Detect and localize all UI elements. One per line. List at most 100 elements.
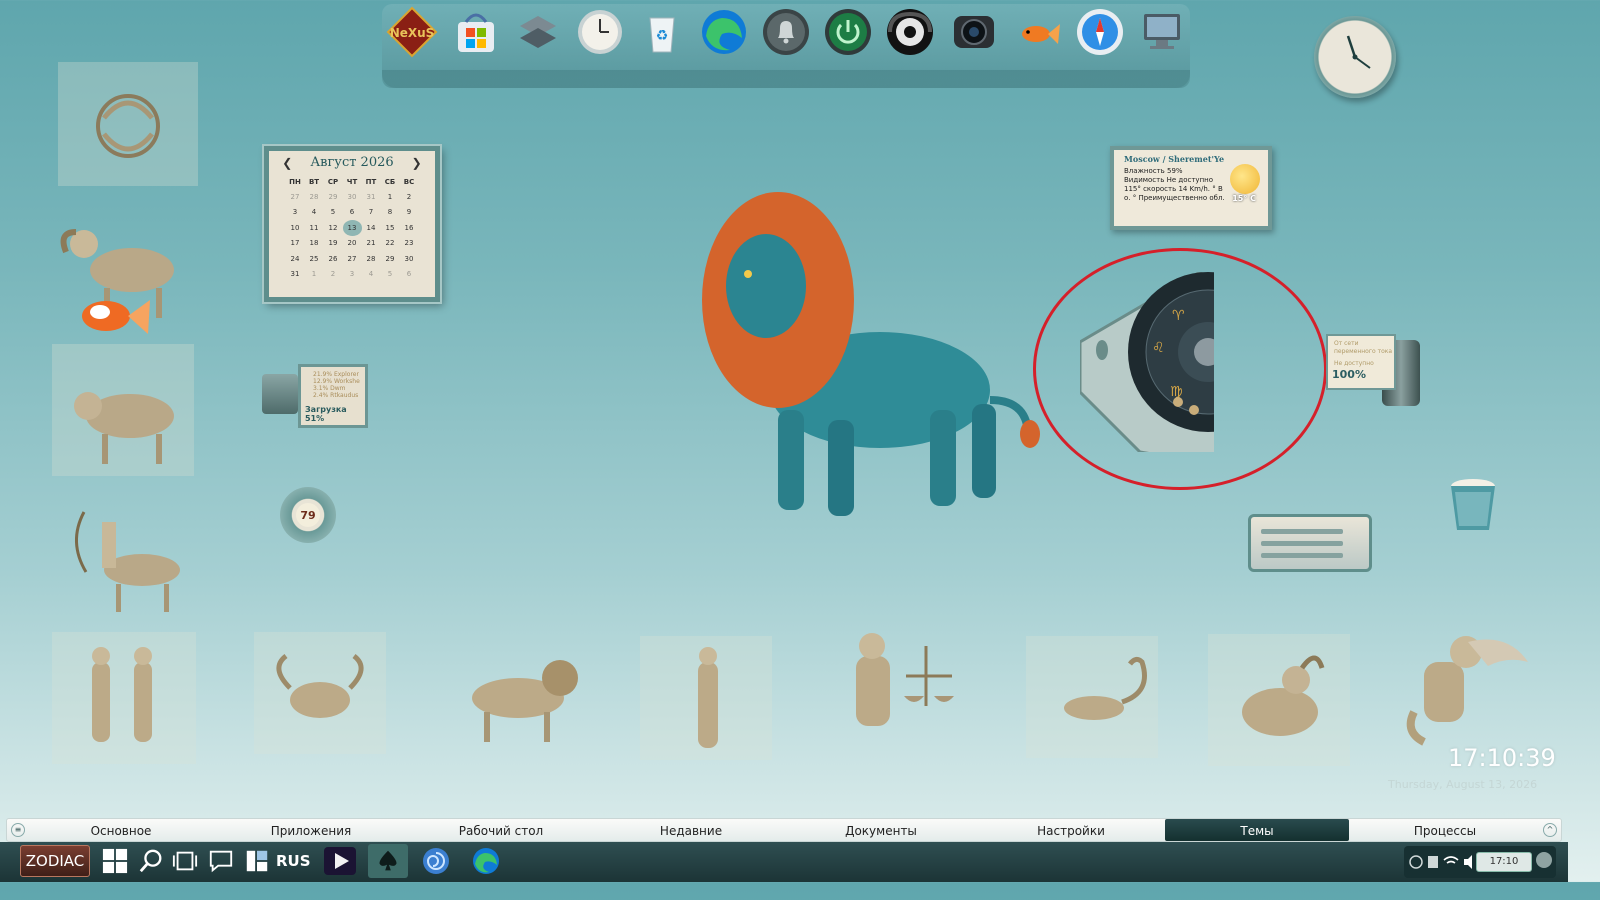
category-settings[interactable]: Настройки: [979, 819, 1163, 841]
calendar-day[interactable]: 3: [286, 205, 305, 221]
goldfish-icon[interactable]: [1012, 6, 1064, 58]
category-basic[interactable]: Основное: [29, 819, 213, 841]
prev-month-button[interactable]: ❮: [282, 156, 292, 170]
calendar-day[interactable]: 24: [286, 251, 305, 267]
calendar-day[interactable]: 1: [305, 267, 324, 283]
calendar-day[interactable]: 2: [400, 189, 419, 205]
calendar-day[interactable]: 16: [400, 220, 419, 236]
windows-start-icon[interactable]: [100, 846, 130, 876]
calendar-day[interactable]: 11: [305, 220, 324, 236]
calendar-day[interactable]: 7: [362, 205, 381, 221]
calendar-day[interactable]: 26: [324, 251, 343, 267]
calendar-day[interactable]: 27: [286, 189, 305, 205]
slider-track[interactable]: [1261, 529, 1343, 534]
computer-icon[interactable]: [1136, 6, 1188, 58]
virgo-sketch[interactable]: [636, 632, 776, 764]
browser-compass-icon[interactable]: [1074, 6, 1126, 58]
notification-center-icon[interactable]: [1536, 852, 1552, 868]
calendar-day[interactable]: 30: [400, 251, 419, 267]
calendar-day[interactable]: 17: [286, 236, 305, 252]
calendar-day[interactable]: 5: [324, 205, 343, 221]
category-themes[interactable]: Темы: [1165, 819, 1349, 841]
calendar-day[interactable]: 13: [342, 220, 362, 236]
calendar-day[interactable]: 12: [324, 220, 343, 236]
calendar-day[interactable]: 23: [400, 236, 419, 252]
menu-icon[interactable]: ≡: [11, 823, 25, 837]
calendar-day[interactable]: 3: [343, 267, 362, 283]
category-processes[interactable]: Процессы: [1353, 819, 1537, 841]
analog-clock-widget[interactable]: [1314, 16, 1396, 98]
ram-dial-widget[interactable]: 79: [280, 487, 336, 543]
calendar-day[interactable]: 15: [381, 220, 400, 236]
power-icon[interactable]: [822, 6, 874, 58]
calendar-day[interactable]: 29: [381, 251, 400, 267]
bell-icon[interactable]: [760, 6, 812, 58]
sagittarius-sketch[interactable]: [46, 498, 196, 618]
pisces-sketch[interactable]: [54, 58, 202, 190]
popcorn-bin-icon[interactable]: [1446, 476, 1500, 534]
language-indicator[interactable]: RUS: [276, 852, 311, 870]
goldfish-desktop[interactable]: [74, 290, 152, 338]
edge-taskbar-icon[interactable]: [466, 844, 506, 878]
category-recent[interactable]: Недавние: [599, 819, 783, 841]
media-player-icon[interactable]: [320, 844, 360, 878]
calendar-day[interactable]: 4: [305, 205, 324, 221]
calendar-day[interactable]: 2: [324, 267, 343, 283]
category-documents[interactable]: Документы: [789, 819, 973, 841]
tray-clock[interactable]: 17:10: [1476, 852, 1532, 872]
calendar-day[interactable]: 30: [343, 189, 362, 205]
libra-sketch[interactable]: [816, 616, 966, 768]
calendar-day[interactable]: 6: [400, 267, 419, 283]
calendar-day[interactable]: 4: [362, 267, 381, 283]
slider-track[interactable]: [1261, 553, 1343, 558]
slider-track[interactable]: [1261, 541, 1343, 546]
weather-widget[interactable]: Moscow / Sheremet'Ye Влажность 59% Видим…: [1110, 146, 1272, 230]
spade-app-icon[interactable]: [368, 844, 408, 878]
category-desktop[interactable]: Рабочий стол: [409, 819, 593, 841]
calendar-day[interactable]: 25: [305, 251, 324, 267]
swirl-app-icon[interactable]: [416, 844, 456, 878]
aquarius-sketch[interactable]: [1394, 612, 1538, 752]
next-month-button[interactable]: ❯: [412, 156, 422, 170]
leo-sketch[interactable]: [432, 636, 588, 752]
task-view-icon[interactable]: [170, 846, 200, 876]
chat-icon[interactable]: [206, 846, 236, 876]
widgets-icon[interactable]: [512, 6, 564, 58]
calendar-day[interactable]: 20: [343, 236, 362, 252]
store-icon[interactable]: [450, 6, 502, 58]
nexus-logo-icon[interactable]: NeXuS: [386, 6, 438, 58]
calendar-day[interactable]: 1: [381, 189, 400, 205]
calendar-day[interactable]: 21: [362, 236, 381, 252]
widgets-bar-icon[interactable]: [242, 846, 272, 876]
calendar-day[interactable]: 31: [362, 189, 381, 205]
battery-widget[interactable]: От сети переменного тока Не доступно 100…: [1326, 334, 1426, 406]
taurus-sketch[interactable]: [48, 340, 198, 480]
calendar-day[interactable]: 28: [305, 189, 324, 205]
volume-slider-widget[interactable]: [1248, 514, 1372, 572]
cancer-sketch[interactable]: [250, 628, 390, 758]
calendar-day[interactable]: 31: [286, 267, 305, 283]
calendar-day[interactable]: 6: [343, 205, 362, 221]
calendar-day[interactable]: 29: [324, 189, 343, 205]
camera-icon[interactable]: [948, 6, 1000, 58]
gemini-sketch[interactable]: [48, 628, 200, 768]
clock-app-icon[interactable]: [574, 6, 626, 58]
calendar-day[interactable]: 8: [381, 205, 400, 221]
scorpio-sketch[interactable]: [1022, 632, 1162, 762]
recycle-bin-icon[interactable]: ♻: [636, 6, 688, 58]
calendar-widget[interactable]: ❮ Август 2026 ❯ ПН ВТ СР ЧТ ПТ СБ ВС 27 28 29 30 3…: [264, 146, 440, 302]
calendar-day[interactable]: 27: [343, 251, 362, 267]
edge-icon[interactable]: [698, 6, 750, 58]
calendar-day[interactable]: 18: [305, 236, 324, 252]
start-button[interactable]: ZODIAC: [20, 845, 90, 877]
cpu-monitor-widget[interactable]: 21.9% Explorer 12.9% Workshe 3.1% Dwm 2.…: [298, 364, 368, 428]
calendar-day[interactable]: 22: [381, 236, 400, 252]
calendar-day[interactable]: 14: [362, 220, 381, 236]
search-icon[interactable]: [136, 846, 166, 876]
music-icon[interactable]: [884, 6, 936, 58]
capricorn-sketch[interactable]: [1204, 630, 1354, 770]
calendar-day[interactable]: 19: [324, 236, 343, 252]
category-apps[interactable]: Приложения: [219, 819, 403, 841]
calendar-day[interactable]: 28: [362, 251, 381, 267]
collapse-icon[interactable]: ^: [1543, 823, 1557, 837]
